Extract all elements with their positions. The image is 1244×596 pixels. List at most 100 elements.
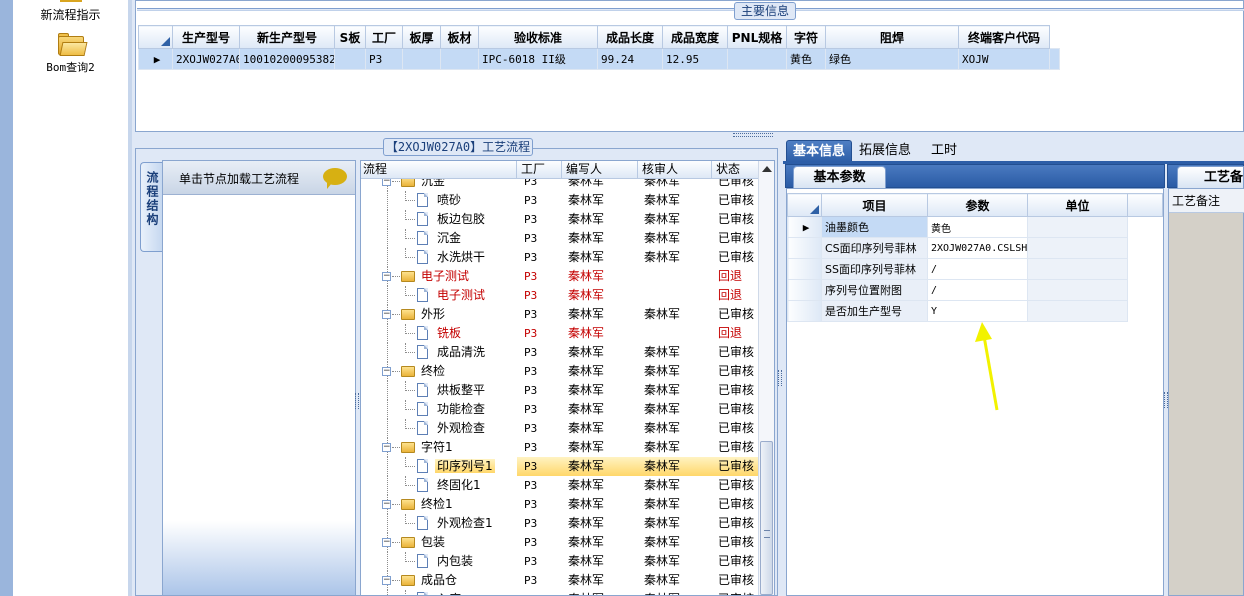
col-header[interactable]: 字符 bbox=[786, 25, 826, 49]
param-value[interactable]: / bbox=[927, 258, 1028, 280]
table-cell[interactable]: 10010200095382 bbox=[239, 48, 335, 70]
tree-col-status[interactable]: 状态 bbox=[712, 161, 759, 179]
col-header[interactable]: 成品长度 bbox=[597, 25, 663, 49]
tree-row[interactable]: 外观检查 P3 秦林军 秦林军 已审核 bbox=[361, 419, 759, 438]
param-item[interactable]: 是否加生产型号 bbox=[821, 300, 928, 322]
select-all-corner[interactable] bbox=[787, 193, 822, 217]
collapse-icon[interactable]: − bbox=[382, 367, 391, 376]
tree-node-label[interactable]: 功能检查 bbox=[435, 402, 487, 416]
collapse-icon[interactable]: − bbox=[382, 576, 391, 585]
scroll-thumb[interactable] bbox=[760, 441, 773, 595]
flow-structure-tab[interactable]: 流程结构 bbox=[140, 162, 162, 252]
tree-row[interactable]: 功能检查 P3 秦林军 秦林军 已审核 bbox=[361, 400, 759, 419]
tab-craft-notes[interactable]: 工艺备注 bbox=[1177, 166, 1244, 206]
nav-item-new-flow[interactable]: 新流程指示 bbox=[13, 0, 128, 23]
left-splitter[interactable] bbox=[355, 393, 359, 409]
param-value[interactable]: / bbox=[927, 279, 1028, 301]
collapse-icon[interactable]: − bbox=[382, 272, 391, 281]
table-cell[interactable]: P3 bbox=[365, 48, 403, 70]
param-item[interactable]: SS面印序列号菲林 bbox=[821, 258, 928, 280]
tree-col-factory[interactable]: 工厂 bbox=[517, 161, 562, 179]
col-header[interactable]: 生产型号 bbox=[172, 25, 240, 49]
tree-row[interactable]: 外观检查1 P3 秦林军 秦林军 已审核 bbox=[361, 514, 759, 533]
tree-node-label[interactable]: 外形 bbox=[419, 307, 447, 321]
col-header[interactable]: PNL规格 bbox=[727, 25, 787, 49]
horizontal-splitter[interactable] bbox=[733, 133, 773, 137]
tree-row[interactable]: 印序列号1 P3 秦林军 秦林军 已审核 bbox=[361, 457, 759, 476]
tree-row[interactable]: 水洗烘干 P3 秦林军 秦林军 已审核 bbox=[361, 248, 759, 267]
tree-node-label[interactable]: 沉金 bbox=[419, 179, 447, 188]
table-cell[interactable]: IPC-6018 II级 bbox=[478, 48, 598, 70]
tree-row[interactable]: 烘板整平 P3 秦林军 秦林军 已审核 bbox=[361, 381, 759, 400]
col-header[interactable]: 终端客户代码 bbox=[958, 25, 1050, 49]
tree-node-label[interactable]: 电子测试 bbox=[419, 269, 471, 283]
tree-node-label[interactable]: 字符1 bbox=[419, 440, 455, 454]
col-unit[interactable]: 单位 bbox=[1027, 193, 1128, 217]
tree-row[interactable]: − 外形 P3 秦林军 秦林军 已审核 bbox=[361, 305, 759, 324]
col-header[interactable]: 板材 bbox=[440, 25, 479, 49]
tree-node-label[interactable]: 成品仓 bbox=[419, 573, 459, 587]
tree-node-label[interactable]: 内包装 bbox=[435, 554, 475, 568]
tree-node-label[interactable]: 成品清洗 bbox=[435, 345, 487, 359]
param-value[interactable]: 黄色 bbox=[927, 216, 1028, 238]
tree-node-label[interactable]: 水洗烘干 bbox=[435, 250, 487, 264]
nav-item-bom-query[interactable]: Bom查询2 bbox=[13, 33, 128, 75]
tree-node-label[interactable]: 烘板整平 bbox=[435, 383, 487, 397]
col-header[interactable]: 工厂 bbox=[365, 25, 403, 49]
param-row[interactable]: SS面印序列号菲林 / bbox=[787, 258, 1163, 280]
tree-node-label[interactable]: 板边包胶 bbox=[435, 212, 487, 226]
param-row[interactable]: CS面印序列号菲林 2XOJW027A0.CSLSH bbox=[787, 237, 1163, 259]
tree-row[interactable]: 铣板 P3 秦林军 回退 bbox=[361, 324, 759, 343]
param-item[interactable]: CS面印序列号菲林 bbox=[821, 237, 928, 259]
tree-row[interactable]: − 电子测试 P3 秦林军 回退 bbox=[361, 267, 759, 286]
tab-extended-info[interactable]: 拓展信息 bbox=[853, 140, 917, 162]
tree-node-label[interactable]: 外观检查 bbox=[435, 421, 487, 435]
table-cell[interactable]: 12.95 bbox=[662, 48, 728, 70]
table-cell[interactable]: 2XOJW027A0 bbox=[172, 48, 240, 70]
tree-row[interactable]: 终固化1 P3 秦林军 秦林军 已审核 bbox=[361, 476, 759, 495]
param-unit[interactable] bbox=[1027, 300, 1128, 322]
tree-row[interactable]: 电子测试 P3 秦林军 回退 bbox=[361, 286, 759, 305]
param-unit[interactable] bbox=[1027, 237, 1128, 259]
table-cell[interactable]: 绿色 bbox=[825, 48, 959, 70]
tree-node-label[interactable]: 终检1 bbox=[419, 497, 455, 511]
table-cell[interactable] bbox=[334, 48, 366, 70]
tree-col-flow[interactable]: 流程 bbox=[361, 161, 517, 179]
tree-node-label[interactable]: 终固化1 bbox=[435, 478, 483, 492]
tree-col-writer[interactable]: 编写人 bbox=[562, 161, 638, 179]
table-row[interactable]: ▶ 2XOJW027A0 10010200095382 P3 IPC-6018 II级 9… bbox=[138, 48, 1060, 70]
tree-node-label[interactable]: 入库 bbox=[435, 592, 463, 595]
tree-node-label[interactable]: 沉金 bbox=[435, 231, 463, 245]
collapse-icon[interactable]: − bbox=[382, 310, 391, 319]
tree-row[interactable]: − 成品仓 P3 秦林军 秦林军 已审核 bbox=[361, 571, 759, 590]
tree-row[interactable]: 入库 P3 秦林军 秦林军 已审核 bbox=[361, 590, 759, 595]
collapse-icon[interactable]: − bbox=[382, 538, 391, 547]
param-unit[interactable] bbox=[1027, 258, 1128, 280]
collapse-icon[interactable]: − bbox=[382, 443, 391, 452]
tab-work-hours[interactable]: 工时 bbox=[925, 140, 963, 162]
tree-row[interactable]: 喷砂 P3 秦林军 秦林军 已审核 bbox=[361, 191, 759, 210]
col-param[interactable]: 参数 bbox=[927, 193, 1028, 217]
select-all-corner[interactable] bbox=[138, 25, 173, 49]
tree-node-label[interactable]: 喷砂 bbox=[435, 193, 463, 207]
table-cell[interactable]: XOJW bbox=[958, 48, 1050, 70]
param-unit[interactable] bbox=[1027, 216, 1128, 238]
tree-row[interactable]: − 终检 P3 秦林军 秦林军 已审核 bbox=[361, 362, 759, 381]
table-cell[interactable]: 黄色 bbox=[786, 48, 826, 70]
collapse-icon[interactable]: − bbox=[382, 179, 391, 186]
tree-row[interactable]: 板边包胶 P3 秦林军 秦林军 已审核 bbox=[361, 210, 759, 229]
tree-row[interactable]: 沉金 P3 秦林军 秦林军 已审核 bbox=[361, 229, 759, 248]
tree-node-label[interactable]: 电子测试 bbox=[435, 288, 487, 302]
col-header[interactable]: 板厚 bbox=[402, 25, 441, 49]
param-row[interactable]: ▶ 油墨颜色 黄色 bbox=[787, 216, 1163, 238]
tab-basic-params[interactable]: 基本参数 bbox=[793, 166, 886, 188]
param-item[interactable]: 油墨颜色 bbox=[821, 216, 928, 238]
col-header[interactable]: 验收标准 bbox=[478, 25, 598, 49]
col-item[interactable]: 项目 bbox=[821, 193, 928, 217]
tree-node-label[interactable]: 印序列号1 bbox=[435, 459, 495, 473]
col-header[interactable]: 新生产型号 bbox=[239, 25, 335, 49]
table-cell[interactable] bbox=[402, 48, 441, 70]
middle-splitter[interactable] bbox=[778, 370, 782, 386]
param-value[interactable]: 2XOJW027A0.CSLSH bbox=[927, 237, 1028, 259]
table-cell[interactable] bbox=[440, 48, 479, 70]
